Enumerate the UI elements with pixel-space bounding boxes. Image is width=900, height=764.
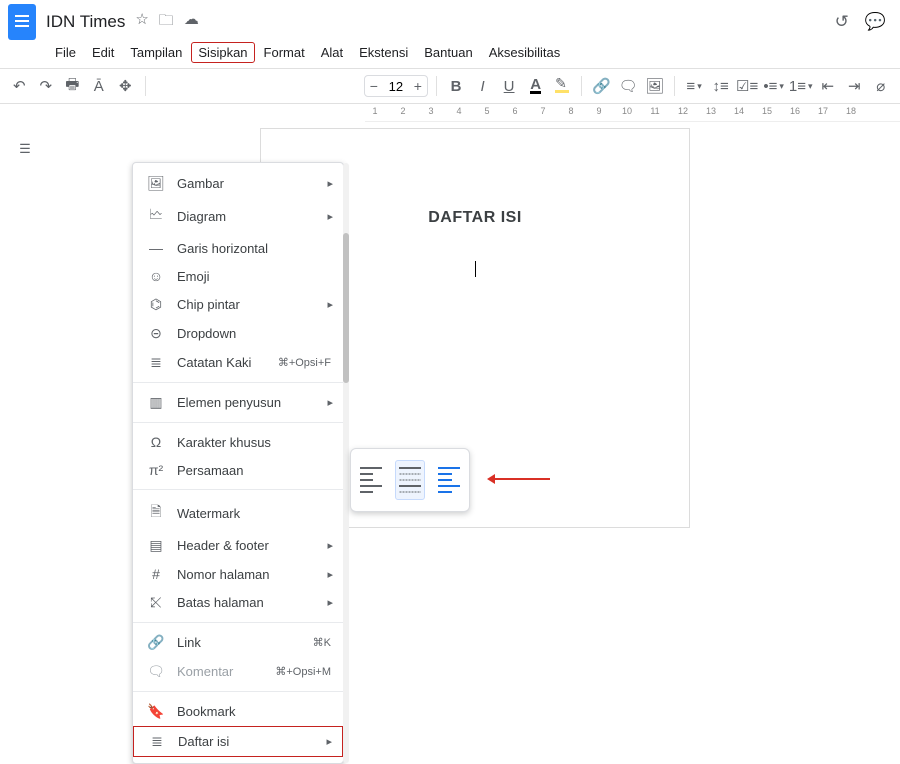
toc-option-dotted[interactable] xyxy=(395,460,425,500)
dd-watermark[interactable]: 🗎 Watermark xyxy=(133,495,343,531)
page-heading: DAFTAR ISI xyxy=(321,209,629,227)
document-title[interactable]: IDN Times xyxy=(46,12,125,32)
underline-icon[interactable]: U xyxy=(498,74,521,98)
cloud-status-icon: ☁ xyxy=(184,10,199,35)
submenu-arrow-icon: ▸ xyxy=(326,735,332,748)
outline-toggle-icon[interactable]: ☰ xyxy=(12,136,38,162)
paint-format-icon[interactable]: ✥ xyxy=(114,74,137,98)
watermark-icon: 🗎 xyxy=(147,501,165,525)
toc-style-flyout xyxy=(350,448,470,512)
dd-dropdown[interactable]: ⊝ Dropdown xyxy=(133,319,343,348)
dd-chip[interactable]: ⌬ Chip pintar ▸ xyxy=(133,290,343,319)
redo-icon[interactable]: ↷ xyxy=(35,74,58,98)
italic-icon[interactable]: I xyxy=(471,74,494,98)
font-size-plus[interactable]: + xyxy=(409,78,427,94)
dd-nomor[interactable]: # Nomor halaman ▸ xyxy=(133,560,343,588)
dd-emoji[interactable]: ☺ Emoji xyxy=(133,262,343,290)
menu-edit[interactable]: Edit xyxy=(85,42,121,63)
hr-icon: ― xyxy=(147,240,165,256)
submenu-arrow-icon: ▸ xyxy=(327,298,333,311)
decrease-indent-icon[interactable]: ⇤ xyxy=(817,74,840,98)
toc-icon: ≣ xyxy=(148,733,166,750)
dd-gambar[interactable]: 🖼 Gambar ▸ xyxy=(133,169,343,198)
bookmark-icon: 🔖 xyxy=(147,703,165,720)
link-icon[interactable]: 🔗 xyxy=(590,74,613,98)
toolbar: ↶ ↷ 🖶 Ā ✥ − + B I U A 🔗 🗨 🖼 ≡▾ ↕≡ ☑≡ •≡▾… xyxy=(0,68,900,104)
dd-link[interactable]: 🔗 Link ⌘K xyxy=(133,628,343,657)
history-icon[interactable]: ↺ xyxy=(835,12,849,32)
font-size-minus[interactable]: − xyxy=(365,78,383,94)
add-comment-icon[interactable]: 🗨 xyxy=(617,74,640,98)
menu-format[interactable]: Format xyxy=(257,42,312,63)
menu-tools[interactable]: Alat xyxy=(314,42,350,63)
insert-image-icon[interactable]: 🖼 xyxy=(643,74,666,98)
menu-file[interactable]: File xyxy=(48,42,83,63)
bold-icon[interactable]: B xyxy=(445,74,468,98)
dropdown-scrollbar[interactable] xyxy=(343,233,349,383)
menu-help[interactable]: Bantuan xyxy=(417,42,479,63)
star-icon[interactable]: ☆ xyxy=(135,10,148,35)
dd-header[interactable]: ▤ Header & footer ▸ xyxy=(133,531,343,560)
menu-view[interactable]: Tampilan xyxy=(123,42,189,63)
print-icon[interactable]: 🖶 xyxy=(61,74,84,98)
menu-accessibility[interactable]: Aksesibilitas xyxy=(482,42,568,63)
comment-icon: 🗨 xyxy=(147,663,165,680)
image-icon: 🖼 xyxy=(147,175,165,192)
dd-persamaan[interactable]: π² Persamaan xyxy=(133,456,343,484)
checklist-icon[interactable]: ☑≡ xyxy=(736,74,759,98)
footnote-icon: ≣ xyxy=(147,354,165,371)
menu-extensions[interactable]: Ekstensi xyxy=(352,42,415,63)
submenu-arrow-icon: ▸ xyxy=(327,539,333,552)
text-color-icon[interactable]: A xyxy=(524,74,547,98)
move-icon[interactable]: 🗀 xyxy=(159,10,174,35)
page-number-icon: # xyxy=(147,566,165,582)
undo-icon[interactable]: ↶ xyxy=(8,74,31,98)
menu-insert[interactable]: Sisipkan xyxy=(191,42,254,63)
dd-diagram[interactable]: 🗠 Diagram ▸ xyxy=(133,198,343,234)
bulleted-list-icon[interactable]: •≡▾ xyxy=(762,74,785,98)
dd-khusus[interactable]: Ω Karakter khusus xyxy=(133,428,343,456)
numbered-list-icon[interactable]: 1≡▾ xyxy=(789,74,813,98)
submenu-arrow-icon: ▸ xyxy=(327,177,333,190)
text-caret xyxy=(321,261,629,279)
blocks-icon: ▥ xyxy=(147,394,165,411)
docs-logo-icon[interactable] xyxy=(8,4,36,40)
chip-icon: ⌬ xyxy=(147,296,165,313)
submenu-arrow-icon: ▸ xyxy=(327,396,333,409)
dd-catatan[interactable]: ≣ Catatan Kaki ⌘+Opsi+F xyxy=(133,348,343,377)
line-spacing-icon[interactable]: ↕≡ xyxy=(709,74,732,98)
dd-elemen[interactable]: ▥ Elemen penyusun ▸ xyxy=(133,388,343,417)
toc-option-plain[interactable] xyxy=(356,460,386,500)
equation-icon: π² xyxy=(147,462,165,478)
align-icon[interactable]: ≡▾ xyxy=(683,74,706,98)
emoji-icon: ☺ xyxy=(147,268,165,284)
insert-dropdown: 🖼 Gambar ▸ 🗠 Diagram ▸ ― Garis horizonta… xyxy=(132,162,344,764)
submenu-arrow-icon: ▸ xyxy=(327,568,333,581)
clear-format-icon[interactable]: ⌀ xyxy=(870,74,893,98)
dd-garis[interactable]: ― Garis horizontal xyxy=(133,234,343,262)
special-char-icon: Ω xyxy=(147,434,165,450)
dd-bookmark[interactable]: 🔖 Bookmark xyxy=(133,697,343,726)
dd-batas[interactable]: ⤪ Batas halaman ▸ xyxy=(133,588,343,617)
submenu-arrow-icon: ▸ xyxy=(327,596,333,609)
page-break-icon: ⤪ xyxy=(147,594,165,611)
toc-option-links[interactable] xyxy=(434,460,464,500)
increase-indent-icon[interactable]: ⇥ xyxy=(843,74,866,98)
header-icon: ▤ xyxy=(147,537,165,554)
highlight-icon[interactable] xyxy=(551,74,574,98)
font-size-control[interactable]: − + xyxy=(364,75,428,97)
spellcheck-icon[interactable]: Ā xyxy=(88,74,111,98)
annotation-arrow xyxy=(490,478,550,480)
submenu-arrow-icon: ▸ xyxy=(327,210,333,223)
menu-bar: File Edit Tampilan Sisipkan Format Alat … xyxy=(0,40,900,68)
ruler[interactable]: 1 2 3 4 5 6 7 8 9 10 11 12 13 14 15 16 1… xyxy=(365,104,900,122)
font-size-input[interactable] xyxy=(383,79,409,94)
dropdown-icon: ⊝ xyxy=(147,325,165,342)
chart-icon: 🗠 xyxy=(147,204,165,228)
dd-komentar: 🗨 Komentar ⌘+Opsi+M xyxy=(133,657,343,686)
link-icon: 🔗 xyxy=(147,634,165,651)
comments-icon[interactable]: 💬 xyxy=(865,12,886,32)
dd-daftar-isi[interactable]: ≣ Daftar isi ▸ xyxy=(133,726,343,757)
